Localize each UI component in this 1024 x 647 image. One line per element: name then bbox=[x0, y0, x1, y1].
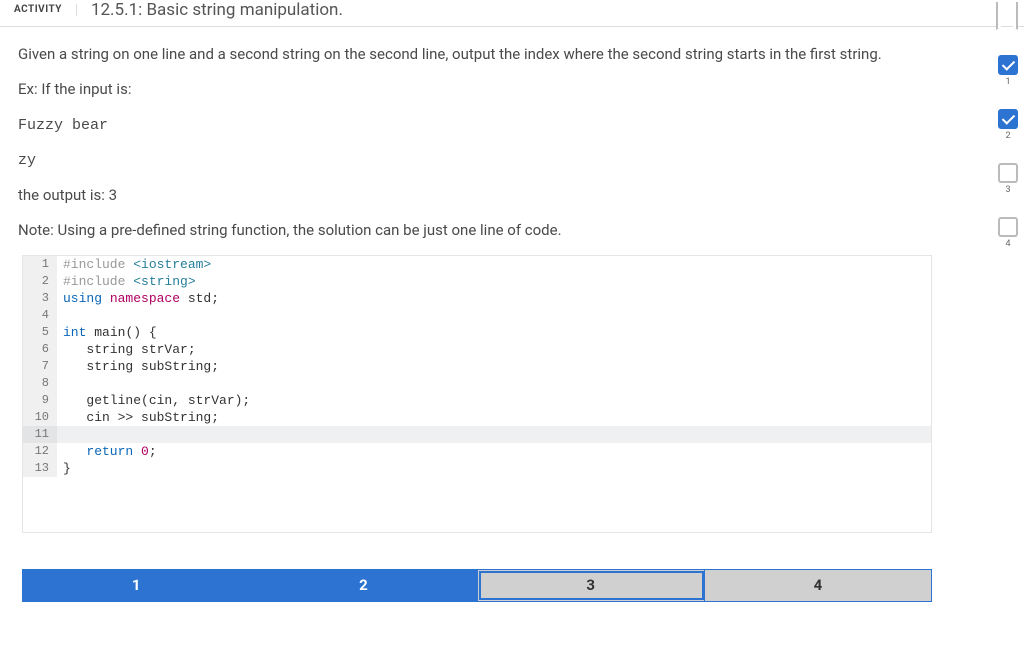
example-label: Ex: If the input is: bbox=[18, 78, 942, 101]
example-input-line1: Fuzzy bear bbox=[18, 114, 942, 137]
line-number: 8 bbox=[23, 375, 57, 392]
code-line[interactable]: 2#include <string> bbox=[23, 273, 931, 290]
line-number: 13 bbox=[23, 460, 57, 477]
example-output: the output is: 3 bbox=[18, 184, 942, 207]
prompt-intro: Given a string on one line and a second … bbox=[18, 43, 942, 66]
code-text[interactable]: string strVar; bbox=[57, 341, 931, 358]
tab-step-4[interactable]: 4 bbox=[705, 570, 931, 601]
output-value: 3 bbox=[109, 186, 117, 204]
line-number: 6 bbox=[23, 341, 57, 358]
line-number: 3 bbox=[23, 290, 57, 307]
line-number: 9 bbox=[23, 392, 57, 409]
problem-content: Given a string on one line and a second … bbox=[0, 27, 960, 243]
tab-step-2[interactable]: 2 bbox=[250, 570, 477, 601]
code-text[interactable]: using namespace std; bbox=[57, 290, 931, 307]
code-line[interactable]: 8 bbox=[23, 375, 931, 392]
line-number: 11 bbox=[23, 426, 57, 443]
code-text[interactable]: return 0; bbox=[57, 443, 931, 460]
line-number: 5 bbox=[23, 324, 57, 341]
line-number: 7 bbox=[23, 358, 57, 375]
progress-item[interactable]: 4 bbox=[998, 217, 1018, 249]
progress-number: 3 bbox=[998, 185, 1018, 195]
code-text[interactable]: getline(cin, strVar); bbox=[57, 392, 931, 409]
code-line[interactable]: 7 string subString; bbox=[23, 358, 931, 375]
code-line[interactable]: 13} bbox=[23, 460, 931, 477]
progress-number: 4 bbox=[998, 239, 1018, 249]
progress-item[interactable]: 1 bbox=[998, 55, 1018, 87]
line-number: 1 bbox=[23, 256, 57, 273]
code-line[interactable]: 6 string strVar; bbox=[23, 341, 931, 358]
code-text[interactable]: #include <string> bbox=[57, 273, 931, 290]
line-number: 12 bbox=[23, 443, 57, 460]
progress-item[interactable]: 3 bbox=[998, 163, 1018, 195]
code-text[interactable] bbox=[57, 426, 931, 443]
output-label: the output is: bbox=[18, 186, 109, 204]
code-line[interactable]: 9 getline(cin, strVar); bbox=[23, 392, 931, 409]
checkbox-icon[interactable] bbox=[998, 163, 1018, 183]
code-text[interactable]: #include <iostream> bbox=[57, 256, 931, 273]
prompt-note: Note: Using a pre-defined string functio… bbox=[18, 219, 942, 242]
activity-title: 12.5.1: Basic string manipulation. bbox=[77, 0, 343, 20]
line-number: 10 bbox=[23, 409, 57, 426]
code-line[interactable]: 4 bbox=[23, 307, 931, 324]
step-tabs: 1234 bbox=[22, 569, 932, 602]
tab-step-3[interactable]: 3 bbox=[478, 570, 705, 601]
code-text[interactable]: } bbox=[57, 460, 931, 477]
activity-label: ACTIVITY bbox=[0, 4, 77, 16]
progress-item[interactable]: 2 bbox=[998, 109, 1018, 141]
checkbox-icon[interactable] bbox=[998, 217, 1018, 237]
code-text[interactable]: cin >> subString; bbox=[57, 409, 931, 426]
progress-sidebar: 1 2 3 4 bbox=[998, 55, 1018, 249]
line-number: 4 bbox=[23, 307, 57, 324]
tab-step-1[interactable]: 1 bbox=[23, 570, 250, 601]
code-editor[interactable]: 1#include <iostream>2#include <string>3u… bbox=[22, 255, 932, 533]
code-line[interactable]: 5int main() { bbox=[23, 324, 931, 341]
code-line[interactable]: 11 bbox=[23, 426, 931, 443]
code-text[interactable]: string subString; bbox=[57, 358, 931, 375]
code-text[interactable] bbox=[57, 307, 931, 324]
code-text[interactable] bbox=[57, 375, 931, 392]
activity-header: ACTIVITY 12.5.1: Basic string manipulati… bbox=[0, 0, 1024, 27]
check-icon[interactable] bbox=[998, 55, 1018, 75]
progress-number: 2 bbox=[998, 131, 1018, 141]
code-line[interactable]: 3using namespace std; bbox=[23, 290, 931, 307]
code-line[interactable]: 12 return 0; bbox=[23, 443, 931, 460]
code-line[interactable]: 10 cin >> subString; bbox=[23, 409, 931, 426]
progress-number: 1 bbox=[998, 77, 1018, 87]
line-number: 2 bbox=[23, 273, 57, 290]
code-text[interactable]: int main() { bbox=[57, 324, 931, 341]
code-line[interactable]: 1#include <iostream> bbox=[23, 256, 931, 273]
example-input-line2: zy bbox=[18, 149, 942, 172]
check-icon[interactable] bbox=[998, 109, 1018, 129]
